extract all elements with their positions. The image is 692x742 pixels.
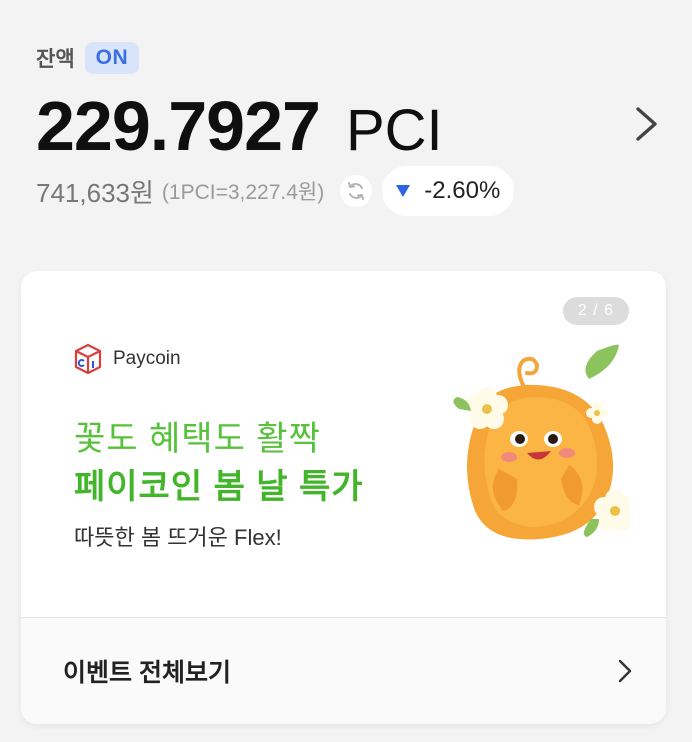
change-pill: -2.60% bbox=[382, 166, 515, 216]
mascot-illustration bbox=[453, 344, 629, 540]
brand: Paycoin bbox=[73, 343, 181, 375]
balance-amount-row: 229.7927 PCI bbox=[36, 86, 443, 166]
page-indicator: 2 / 6 bbox=[562, 297, 629, 325]
event-banner[interactable]: 2 / 6 Paycoin 꽃도 혜택도 활짝 페이코인 봄 날 특가 따뜻한 … bbox=[21, 271, 666, 617]
balance-unit: PCI bbox=[345, 98, 443, 163]
status-badge[interactable]: ON bbox=[84, 42, 140, 74]
balance-header: 잔액 ON bbox=[36, 42, 140, 74]
balance-label: 잔액 bbox=[36, 48, 75, 71]
refresh-icon bbox=[348, 182, 365, 200]
change-percent: -2.60% bbox=[424, 177, 501, 204]
balance-amount: 229.7927 bbox=[36, 87, 321, 165]
event-card: 2 / 6 Paycoin 꽃도 혜택도 활짝 페이코인 봄 날 특가 따뜻한 … bbox=[21, 271, 666, 724]
chevron-right-icon[interactable] bbox=[628, 104, 668, 144]
view-all-events-button[interactable]: 이벤트 전체보기 bbox=[21, 618, 666, 724]
refresh-button[interactable] bbox=[340, 175, 373, 207]
view-all-events-label: 이벤트 전체보기 bbox=[63, 659, 231, 687]
banner-subtitle: 따뜻한 봄 뜨거운 Flex! bbox=[74, 525, 282, 550]
down-triangle-icon bbox=[396, 185, 411, 197]
banner-headline-1: 꽃도 혜택도 활짝 bbox=[74, 420, 321, 458]
banner-headline-2: 페이코인 봄 날 특가 bbox=[74, 468, 364, 506]
krw-value: 741,633원 bbox=[36, 177, 154, 208]
chevron-right-icon bbox=[618, 659, 632, 683]
brand-name: Paycoin bbox=[113, 348, 181, 369]
paycoin-logo-icon bbox=[74, 343, 102, 375]
exchange-rate: (1PCI=3,227.4원) bbox=[161, 181, 325, 204]
balance-sub-row: 741,633원 (1PCI=3,227.4원) -2.60% bbox=[36, 166, 515, 216]
